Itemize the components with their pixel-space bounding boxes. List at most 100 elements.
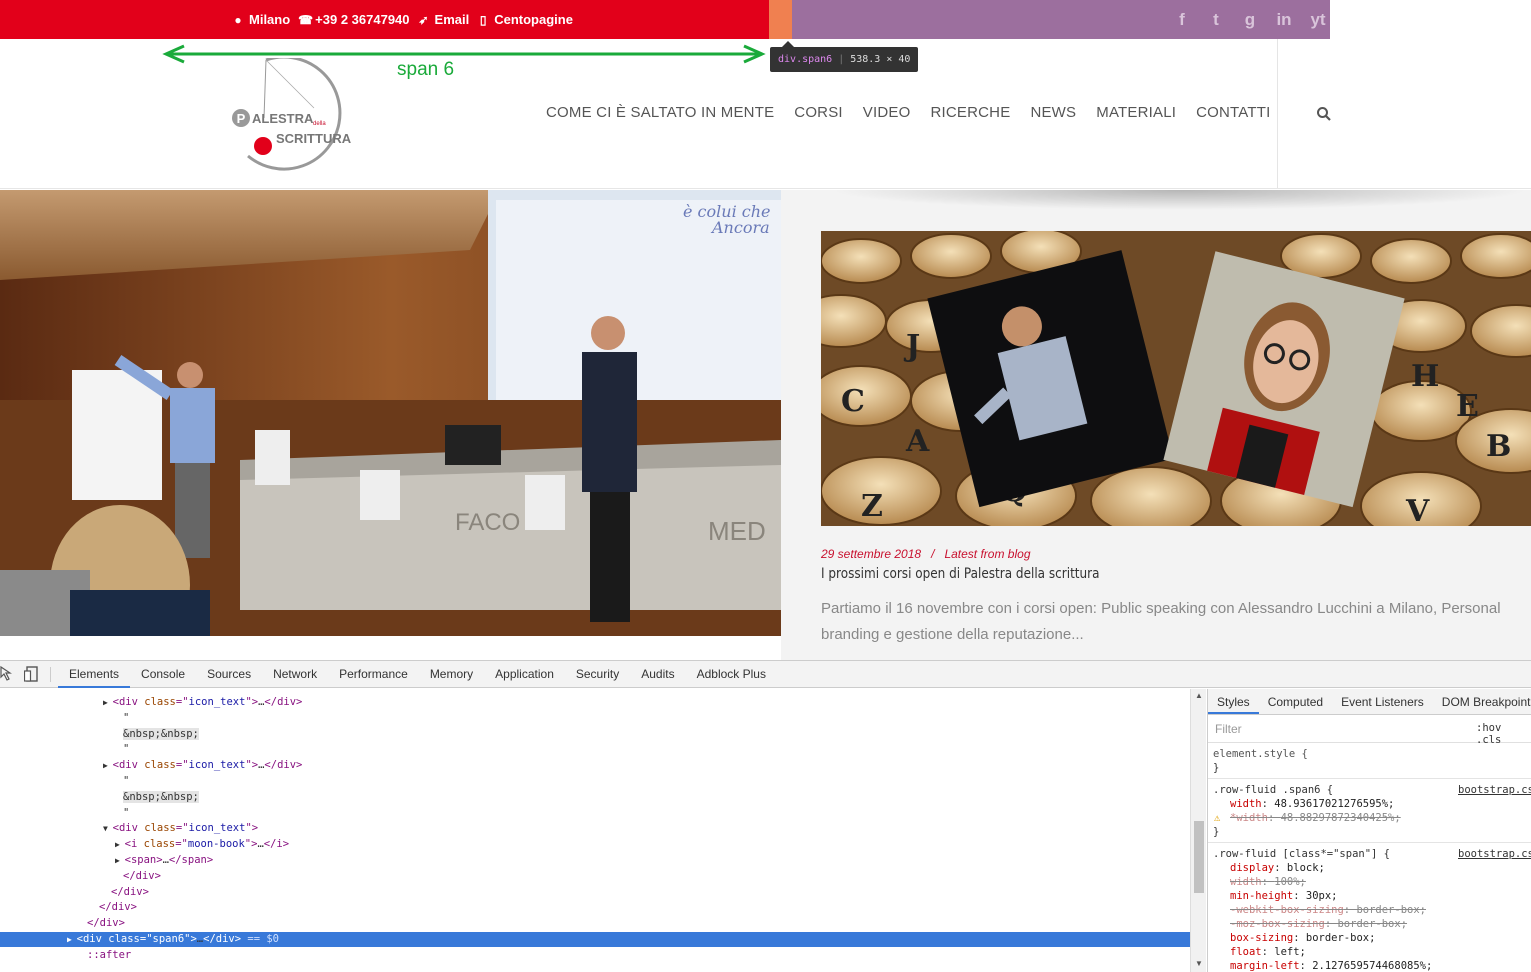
tab-security[interactable]: Security — [565, 661, 630, 688]
warning-icon: ⚠ — [1214, 812, 1221, 824]
dom-node-selected[interactable]: ▶ <div class="span6">…</div> == $0 — [67, 932, 279, 947]
nav-item-video[interactable]: VIDEO — [863, 104, 911, 121]
nav-item-news[interactable]: NEWS — [1030, 104, 1076, 121]
expand-arrow-icon[interactable]: ▶ — [103, 698, 113, 707]
google-plus-icon[interactable]: g — [1240, 10, 1260, 30]
header-divider — [1277, 39, 1278, 189]
tab-audits[interactable]: Audits — [630, 661, 685, 688]
contact-centopagine[interactable]: ▯ Centopagine — [477, 12, 573, 27]
dom-node[interactable]: </div> — [99, 900, 137, 915]
dom-node[interactable]: " — [123, 774, 129, 789]
expand-arrow-icon[interactable]: ▶ — [67, 935, 77, 944]
contact-info: ● Milano ☎ +39 2 36747940 ➶ Email ▯ Cent… — [232, 0, 573, 39]
rule2-source-link[interactable]: bootstrap.css — [1458, 847, 1531, 861]
rule1-close: } — [1213, 826, 1220, 838]
nav-item-contatti[interactable]: CONTATTI — [1196, 104, 1270, 121]
hero-photo-conference: è colui che Ancora FACO MED — [0, 190, 781, 636]
dom-node[interactable]: &nbsp;&nbsp; — [123, 790, 199, 805]
tile-letter: E — [1456, 389, 1479, 424]
tab-dom-breakpoints[interactable]: DOM Breakpoints — [1433, 689, 1531, 714]
devtools-tab-separator — [50, 667, 51, 682]
tab-adblock-plus[interactable]: Adblock Plus — [686, 661, 777, 688]
rule2-prop[interactable]: min-height: 30px; — [1230, 889, 1337, 903]
post-meta-separator: / — [931, 547, 935, 561]
collapse-arrow-icon[interactable]: ▼ — [103, 824, 113, 833]
nav-item-materiali[interactable]: MATERIALI — [1096, 104, 1176, 121]
post-category[interactable]: Latest from blog — [944, 547, 1030, 561]
tab-application[interactable]: Application — [484, 661, 565, 688]
post-title[interactable]: I prossimi corsi open di Palestra della … — [821, 566, 1099, 582]
youtube-icon[interactable]: yt — [1308, 10, 1328, 30]
logo-red-dot — [254, 137, 272, 155]
logo-line — [263, 59, 267, 119]
nav-item-corsi[interactable]: CORSI — [794, 104, 843, 121]
tab-sources[interactable]: Sources — [196, 661, 262, 688]
rule2-prop[interactable]: -moz-box-sizing: border-box; — [1230, 917, 1407, 931]
tooltip-size: 538.3 × 40 — [850, 54, 911, 65]
twitter-icon[interactable]: t — [1206, 10, 1226, 30]
dom-node[interactable]: ▶ <span>…</span> — [115, 853, 213, 868]
scroll-up-icon[interactable]: ▲ — [1195, 691, 1203, 700]
rule2-prop[interactable]: -webkit-box-sizing: border-box; — [1230, 903, 1426, 917]
expand-arrow-icon[interactable]: ▶ — [103, 761, 113, 770]
tab-memory[interactable]: Memory — [419, 661, 484, 688]
header-bottom-border — [0, 188, 1531, 189]
tab-event-listeners[interactable]: Event Listeners — [1332, 689, 1433, 714]
dom-node[interactable]: ::after — [87, 948, 131, 963]
rule2-prop[interactable]: display: block; — [1230, 861, 1325, 875]
tab-elements[interactable]: Elements — [58, 661, 131, 688]
rule1-prop-width[interactable]: width: 48.93617021276595%; — [1230, 797, 1394, 811]
contact-email[interactable]: ➶ Email — [418, 12, 470, 27]
expand-arrow-icon[interactable]: ▶ — [115, 840, 125, 849]
site-logo[interactable]: P ALESTRA della SCRITTURA — [228, 58, 358, 174]
tab-styles[interactable]: Styles — [1208, 689, 1259, 714]
rule1-selector: .row-fluid .span6 { — [1213, 784, 1334, 796]
hov-cls-toggle[interactable]: :hov .cls — [1476, 722, 1531, 746]
rule2-prop[interactable]: float: left; — [1230, 945, 1306, 959]
rule2-selector: .row-fluid [class*="span"] { — [1213, 848, 1391, 860]
rule1-prop-star-width[interactable]: *width: 48.88297872340425%; — [1230, 811, 1401, 825]
dom-node[interactable]: ▶ <i class="moon-book">…</i> — [115, 837, 289, 852]
phone-icon: ☎ — [298, 12, 314, 27]
search-icon[interactable] — [1316, 106, 1332, 122]
device-toolbar-icon[interactable] — [24, 665, 40, 683]
dom-node[interactable]: ▼ <div class="icon_text"> — [103, 821, 258, 836]
rule2-prop[interactable]: box-sizing: border-box; — [1230, 931, 1375, 945]
desk-text: FACO — [455, 509, 520, 536]
dom-node[interactable]: " — [123, 806, 129, 821]
dom-scrollbar-thumb[interactable] — [1194, 821, 1204, 893]
dom-node[interactable]: ▶ <div class="icon_text">…</div> — [103, 758, 302, 773]
inspect-element-icon[interactable] — [0, 665, 14, 683]
dom-node[interactable]: &nbsp;&nbsp; — [123, 727, 199, 742]
dom-scrollbar[interactable]: ▲ ▼ — [1190, 689, 1206, 972]
rule1-source-link[interactable]: bootstrap.css — [1458, 783, 1531, 797]
linkedin-icon[interactable]: in — [1274, 10, 1294, 30]
blog-featured-image[interactable]: Q A B V H E Z C J — [821, 231, 1531, 526]
contact-phone[interactable]: ☎ +39 2 36747940 — [298, 12, 409, 27]
rule2-prop[interactable]: width: 100%; — [1230, 875, 1306, 889]
dom-node[interactable]: </div> — [123, 869, 161, 884]
nav-item-come-ci-e-saltato[interactable]: COME CI È SALTATO IN MENTE — [546, 104, 774, 121]
contact-location[interactable]: ● Milano — [232, 12, 290, 27]
styles-filter-input[interactable]: Filter — [1215, 722, 1242, 736]
dom-node[interactable]: ▶ <div class="icon_text">…</div> — [103, 695, 302, 710]
tab-console[interactable]: Console — [130, 661, 196, 688]
dom-node[interactable]: " — [123, 742, 129, 757]
element-tooltip: div .span6 | 538.3 × 40 — [770, 47, 919, 72]
dom-node[interactable]: </div> — [111, 885, 149, 900]
tab-performance[interactable]: Performance — [328, 661, 419, 688]
tab-network[interactable]: Network — [262, 661, 328, 688]
facebook-icon[interactable]: f — [1172, 10, 1192, 30]
contact-centopagine-label: Centopagine — [494, 12, 573, 27]
tile-letter: A — [905, 424, 930, 459]
expand-arrow-icon[interactable]: ▶ — [115, 856, 125, 865]
nav-item-ricerche[interactable]: RICERCHE — [930, 104, 1010, 121]
tab-computed[interactable]: Computed — [1259, 689, 1332, 714]
devtools-panel: Elements Console Sources Network Perform… — [0, 660, 1531, 972]
rule-separator — [1208, 778, 1531, 779]
dom-node[interactable]: </div> — [87, 916, 125, 931]
scroll-down-icon[interactable]: ▼ — [1195, 959, 1203, 968]
rule2-prop[interactable]: margin-left: 2.127659574468085%; — [1230, 959, 1432, 972]
dom-node[interactable]: " — [123, 711, 129, 726]
tooltip-separator: | — [838, 54, 845, 65]
